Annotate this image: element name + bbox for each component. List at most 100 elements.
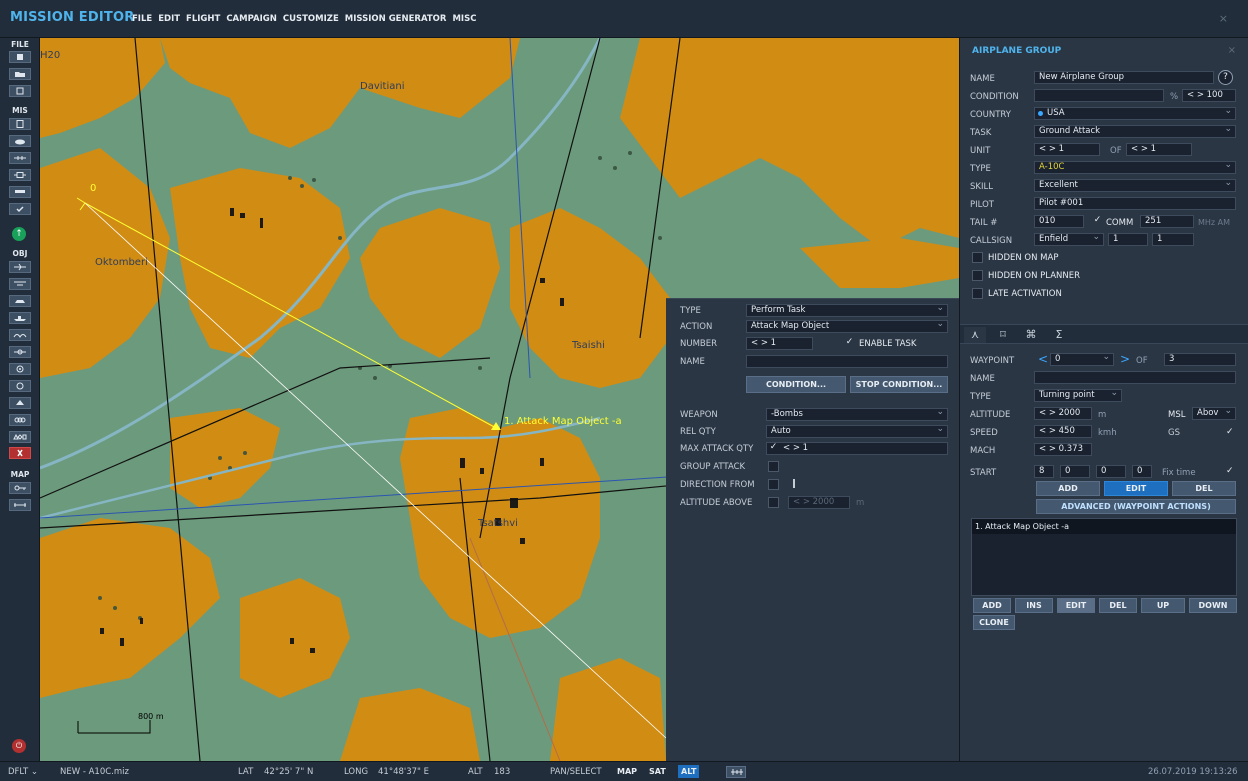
skill-select[interactable]: Excellent	[1034, 179, 1236, 192]
wp-altitude-mode-select[interactable]: Abov	[1192, 407, 1236, 420]
task-number-stepper[interactable]: < > 1	[746, 337, 813, 350]
waypoint-next-button[interactable]: >	[1120, 352, 1130, 366]
wp-type-select[interactable]: Turning point	[1034, 389, 1122, 402]
altitude-above-stepper[interactable]: < > 2000	[788, 496, 850, 509]
rel-qty-select[interactable]: Auto	[766, 425, 948, 438]
start-day-input[interactable]: 0	[1132, 465, 1152, 478]
tab-loadout[interactable]: ⌑	[992, 327, 1014, 343]
menu-flight[interactable]: FLIGHT	[186, 14, 220, 24]
fly-mission-button[interactable]: ↑	[12, 227, 26, 241]
action-add-button[interactable]: ADD	[973, 598, 1011, 613]
action-del-button[interactable]: DEL	[1099, 598, 1137, 613]
map-options-button[interactable]	[9, 482, 31, 494]
start-minute-input[interactable]: 0	[1060, 465, 1090, 478]
enable-task-checkbox[interactable]: ✓	[844, 338, 855, 349]
max-attack-qty-checkbox[interactable]: ✓	[768, 443, 779, 454]
waypoint-select[interactable]: 0	[1050, 353, 1114, 366]
wp-speed-checkbox[interactable]: ✓	[1226, 427, 1234, 437]
wp-edit-button[interactable]: EDIT	[1104, 481, 1168, 496]
stop-condition-button[interactable]: STOP CONDITION...	[850, 376, 948, 393]
ruler-button[interactable]	[9, 499, 31, 511]
comm-checkbox[interactable]: ✓	[1092, 216, 1103, 227]
menu-customize[interactable]: CUSTOMIZE	[283, 14, 339, 24]
add-airplane-button[interactable]	[9, 261, 31, 273]
save-file-button[interactable]	[9, 85, 31, 97]
add-ground-unit-button[interactable]	[9, 295, 31, 307]
max-attack-qty-stepper[interactable]: < > 1	[766, 442, 948, 455]
weapon-select[interactable]: -Bombs	[766, 408, 948, 421]
late-activation-checkbox[interactable]	[972, 288, 983, 299]
ruler-toggle-button[interactable]	[726, 766, 746, 778]
tab-route[interactable]: ⋏	[964, 327, 986, 343]
add-helicopter-button[interactable]	[9, 278, 31, 290]
hidden-on-planner-checkbox[interactable]	[972, 270, 983, 281]
callsign-select[interactable]: Enfield	[1034, 233, 1104, 246]
action-ins-button[interactable]: INS	[1015, 598, 1053, 613]
dflt-dropdown[interactable]: DFLT ⌄	[8, 767, 38, 777]
start-hour-input[interactable]: 8	[1034, 465, 1054, 478]
add-zone-button[interactable]	[9, 363, 31, 375]
task-type-select[interactable]: Perform Task	[746, 304, 948, 317]
open-file-button[interactable]	[9, 68, 31, 80]
add-shapes-button[interactable]	[9, 431, 31, 443]
briefing-button[interactable]	[9, 118, 31, 130]
group-name-input[interactable]: New Airplane Group	[1034, 71, 1214, 84]
sat-mode-button[interactable]: SAT	[646, 765, 669, 778]
start-second-input[interactable]: 0	[1096, 465, 1126, 478]
add-static-button[interactable]	[9, 329, 31, 341]
resources-button[interactable]	[9, 169, 31, 181]
add-fob-button[interactable]	[9, 346, 31, 358]
wp-add-button[interactable]: ADD	[1036, 481, 1100, 496]
condition-button[interactable]: CONDITION...	[746, 376, 846, 393]
list-item[interactable]: 1. Attack Map Object -a	[972, 519, 1236, 534]
action-up-button[interactable]: UP	[1141, 598, 1185, 613]
menu-misc[interactable]: MISC	[452, 14, 476, 24]
menu-campaign[interactable]: CAMPAIGN	[226, 14, 277, 24]
goals-button[interactable]	[9, 186, 31, 198]
condition-probability-stepper[interactable]: < > 100	[1182, 89, 1236, 102]
altitude-above-checkbox[interactable]	[768, 497, 779, 508]
callsign-number-2[interactable]: 1	[1152, 233, 1194, 246]
action-down-button[interactable]: DOWN	[1189, 598, 1237, 613]
new-file-button[interactable]	[9, 51, 31, 63]
help-icon[interactable]: ?	[1218, 70, 1233, 85]
add-navpoint-button[interactable]	[9, 380, 31, 392]
aircraft-type-select[interactable]: A-10C	[1034, 161, 1236, 174]
tab-options[interactable]: ⌘	[1020, 327, 1042, 343]
menu-mission-generator[interactable]: MISSION GENERATOR	[345, 14, 447, 24]
wp-name-input[interactable]	[1034, 371, 1236, 384]
hidden-on-map-checkbox[interactable]	[972, 252, 983, 263]
add-ship-button[interactable]	[9, 312, 31, 324]
panel-close-button[interactable]: ×	[1228, 45, 1236, 56]
menu-file[interactable]: FILE	[132, 14, 152, 24]
triggers-button[interactable]	[9, 152, 31, 164]
weather-button[interactable]	[9, 135, 31, 147]
callsign-number-1[interactable]: 1	[1108, 233, 1148, 246]
menu-edit[interactable]: EDIT	[158, 14, 180, 24]
waypoint-prev-button[interactable]: <	[1038, 352, 1048, 366]
action-clone-button[interactable]: CLONE	[973, 615, 1015, 630]
task-action-select[interactable]: Attack Map Object	[746, 320, 948, 333]
task-name-input[interactable]	[746, 355, 948, 368]
map-mode-button[interactable]: MAP	[614, 765, 640, 778]
alt-mode-button[interactable]: ALT	[678, 765, 700, 778]
wp-del-button[interactable]: DEL	[1172, 481, 1236, 496]
tab-summary[interactable]: Σ	[1048, 327, 1070, 343]
group-attack-checkbox[interactable]	[768, 461, 779, 472]
exit-button[interactable]: ⏻	[12, 739, 26, 753]
tail-number-input[interactable]: 010	[1034, 215, 1084, 228]
unit-total-stepper[interactable]: < > 1	[1126, 143, 1192, 156]
delete-button[interactable]	[9, 447, 31, 459]
country-select[interactable]: USA	[1034, 107, 1236, 120]
pilot-input[interactable]: Pilot #001	[1034, 197, 1236, 210]
wp-mach-stepper[interactable]: < > 0.373	[1034, 443, 1092, 456]
wp-speed-stepper[interactable]: < > 450	[1034, 425, 1092, 438]
group-task-select[interactable]: Ground Attack	[1034, 125, 1236, 138]
wp-altitude-stepper[interactable]: < > 2000	[1034, 407, 1092, 420]
check-button[interactable]	[9, 203, 31, 215]
unit-stepper[interactable]: < > 1	[1034, 143, 1100, 156]
add-bullseye-button[interactable]	[9, 397, 31, 409]
action-edit-button[interactable]: EDIT	[1057, 598, 1095, 613]
app-close-button[interactable]: ×	[1219, 12, 1228, 25]
advanced-waypoint-actions-button[interactable]: ADVANCED (WAYPOINT ACTIONS)	[1036, 499, 1236, 514]
